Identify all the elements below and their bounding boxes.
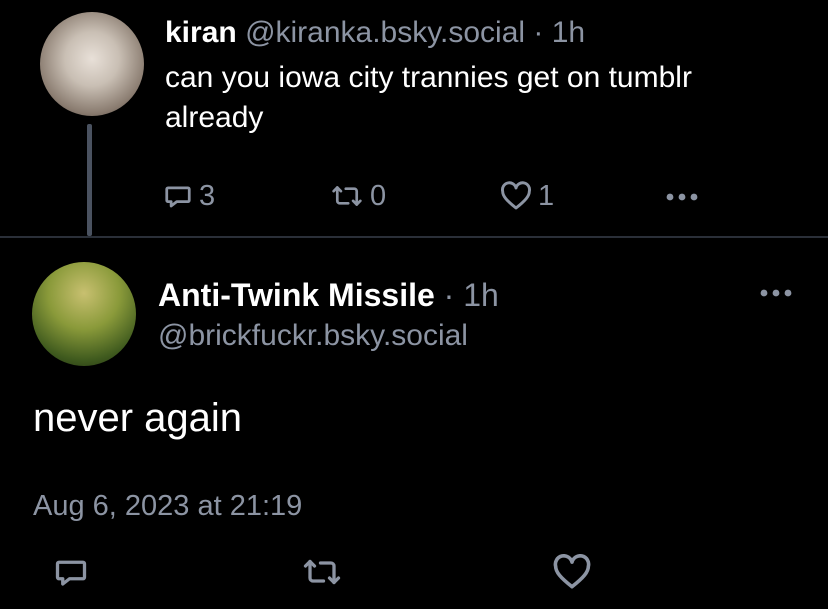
parent-header-separator: · bbox=[533, 16, 544, 49]
main-post-text: never again bbox=[33, 396, 243, 440]
main-header-separator: · bbox=[443, 277, 455, 313]
main-author-name[interactable]: Anti-Twink Missile bbox=[158, 277, 435, 313]
main-post-header: Anti-Twink Missile · 1h bbox=[158, 275, 499, 315]
main-repost-button[interactable] bbox=[300, 552, 344, 592]
more-dots-icon bbox=[664, 181, 700, 211]
thread-connector-line bbox=[87, 124, 92, 236]
parent-like-count: 1 bbox=[538, 179, 555, 212]
main-reply-button[interactable] bbox=[52, 552, 90, 592]
parent-author-avatar[interactable] bbox=[40, 12, 144, 116]
heart-icon bbox=[552, 554, 592, 590]
parent-like-button[interactable]: 1 bbox=[500, 176, 554, 216]
main-author-avatar[interactable] bbox=[32, 262, 136, 366]
post-divider bbox=[0, 236, 828, 238]
parent-reply-count: 3 bbox=[199, 179, 216, 212]
repost-arrows-icon bbox=[300, 554, 344, 590]
main-like-button[interactable] bbox=[552, 552, 592, 592]
parent-post-header: kiran @kiranka.bsky.social · 1h bbox=[165, 14, 585, 52]
parent-reply-button[interactable]: 3 bbox=[163, 176, 215, 216]
parent-author-name[interactable]: kiran bbox=[165, 16, 237, 49]
parent-repost-button[interactable]: 0 bbox=[330, 176, 386, 216]
parent-repost-count: 0 bbox=[370, 179, 387, 212]
heart-icon bbox=[500, 181, 532, 211]
more-dots-icon bbox=[758, 277, 794, 307]
parent-post-time[interactable]: 1h bbox=[552, 16, 585, 49]
parent-post-text: can you iowa city trannies get on tumblr… bbox=[165, 61, 692, 134]
speech-bubble-icon bbox=[163, 181, 193, 211]
parent-more-button[interactable] bbox=[664, 176, 700, 216]
main-post-timestamp: Aug 6, 2023 at 21:19 bbox=[33, 490, 303, 522]
main-author-handle[interactable]: @brickfuckr.bsky.social bbox=[158, 316, 468, 356]
main-more-button[interactable] bbox=[758, 272, 794, 312]
parent-author-handle[interactable]: @kiranka.bsky.social bbox=[245, 16, 525, 49]
speech-bubble-icon bbox=[52, 554, 90, 590]
repost-arrows-icon bbox=[330, 181, 364, 211]
main-post-time[interactable]: 1h bbox=[463, 277, 499, 313]
